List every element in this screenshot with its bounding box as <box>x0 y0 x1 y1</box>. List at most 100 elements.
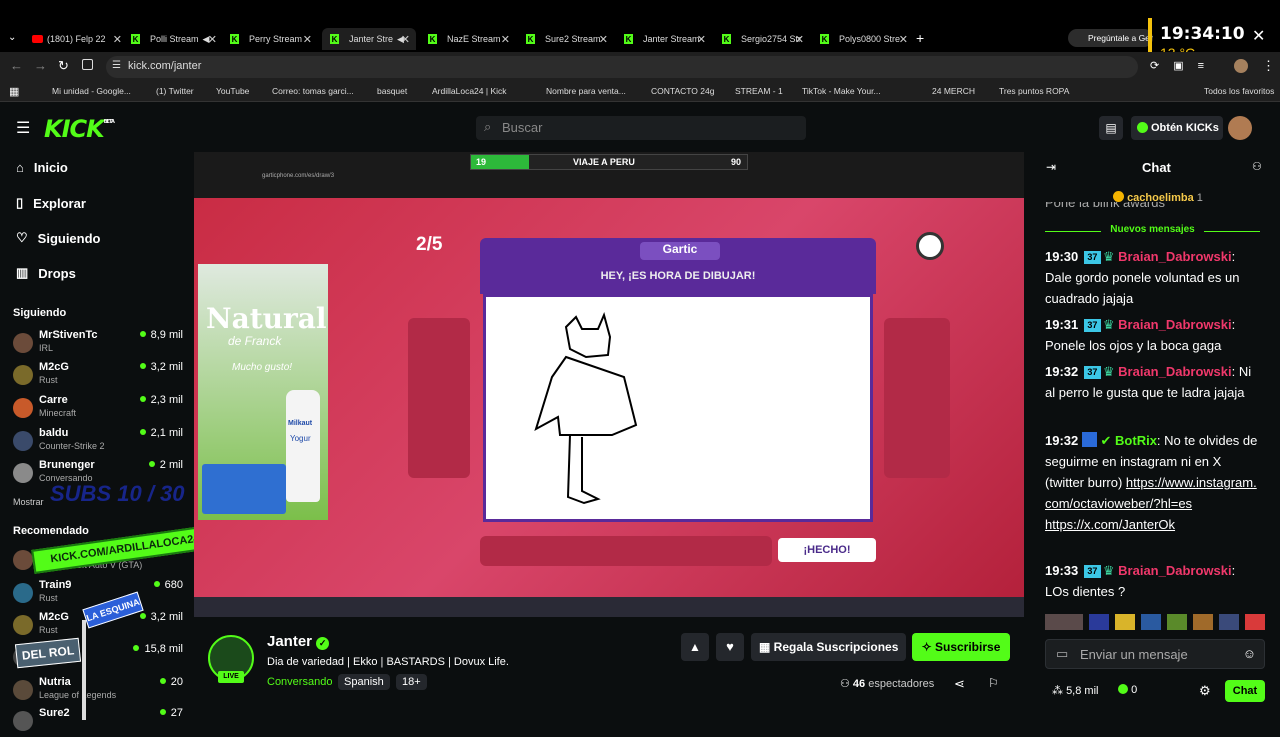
kick-logo[interactable]: KICKBETA <box>44 115 115 143</box>
heart-icon: ♥ <box>726 639 734 654</box>
subscribe-button[interactable]: ✧ Suscribirse <box>912 633 1010 661</box>
following-channel[interactable]: baldu Counter-Strike 2 2,1 mil <box>13 427 183 457</box>
bookmark-all[interactable]: Todos los favoritos <box>1204 86 1274 96</box>
tag-language[interactable]: Spanish <box>338 674 390 690</box>
kicks-balance[interactable]: ⁂ 5,8 mil <box>1052 684 1098 697</box>
gemini-pill[interactable]: Pregúntale a Gemini <box>1068 29 1153 47</box>
chat-username[interactable]: Braian_Dabrowski <box>1118 364 1231 379</box>
send-chat-button[interactable]: Chat <box>1225 680 1265 702</box>
nav-following[interactable]: ♡ Siguiendo <box>16 230 101 246</box>
window-close-icon[interactable]: ✕ <box>1252 26 1265 46</box>
tab-2[interactable]: K Polli Stream ◀ ✕ <box>131 28 217 50</box>
streamer-name[interactable]: Janter ✓ <box>267 633 330 650</box>
settings-gear-icon[interactable]: ⚙ <box>1199 683 1211 699</box>
emoji-icon[interactable]: ☺ <box>1243 646 1256 661</box>
following-channel[interactable]: M2cG Rust 3,2 mil <box>13 361 183 391</box>
chat-username[interactable]: Braian_Dabrowski <box>1118 317 1231 332</box>
tab-5[interactable]: K NazE Stream ✕ <box>428 28 510 50</box>
bookmark-9[interactable]: STREAM - 1 <box>735 86 783 96</box>
report-icon[interactable]: ⚐ <box>988 676 999 690</box>
channel-points[interactable]: 0 <box>1118 684 1137 696</box>
following-channel[interactable]: MrStivenTc IRL 8,9 mil <box>13 329 183 359</box>
sidepanel-icon[interactable] <box>82 59 93 70</box>
url-bar[interactable]: ☰ kick.com/janter <box>106 56 1138 78</box>
bookmark-4[interactable]: Correo: tomas garci... <box>272 86 354 96</box>
video-player[interactable]: 19 VIAJE A PERU 90 garticphone.com/es/dr… <box>194 152 1024 617</box>
kick-icon: K <box>820 34 829 44</box>
emote[interactable] <box>1089 614 1109 630</box>
tab-close-icon[interactable]: ✕ <box>697 33 706 46</box>
emote[interactable] <box>1219 614 1239 630</box>
show-more-link[interactable]: Mostrar <box>13 497 44 507</box>
emote[interactable] <box>1167 614 1187 630</box>
chat-message: 19:31 37 ♛ Braian_Dabrowski: Ponele los o… <box>1045 317 1236 353</box>
bookmark-7[interactable]: Nombre para venta... <box>546 86 626 96</box>
forward-icon[interactable]: → <box>34 58 47 73</box>
tab-8[interactable]: K Sergio2754 Str ✕ <box>722 28 804 50</box>
tab-close-icon[interactable]: ✕ <box>899 33 908 46</box>
nav-home[interactable]: ⌂ Inicio <box>16 160 68 175</box>
recommended-channel[interactable]: Nutria League of Legends 20 <box>13 676 183 706</box>
tab-3[interactable]: K Perry Stream ✕ <box>230 28 312 50</box>
tab-close-icon[interactable]: ✕ <box>795 33 804 46</box>
users-icon[interactable]: ⚇ <box>1252 160 1262 173</box>
chat-username[interactable]: Braian_Dabrowski <box>1118 563 1231 578</box>
bookmark-3[interactable]: YouTube <box>216 86 249 96</box>
tag-age[interactable]: 18+ <box>396 674 427 690</box>
bookmark-2[interactable]: (1) Twitter <box>156 86 194 96</box>
bookmark-10[interactable]: TikTok - Make Your... <box>802 86 881 96</box>
bookmark-1[interactable]: Mi unidad - Google... <box>52 86 131 96</box>
menu-icon[interactable]: ⋮ <box>1262 58 1275 74</box>
bookmark-12[interactable]: Tres puntos ROPA <box>999 86 1069 96</box>
share-icon[interactable]: ⋖ <box>954 676 965 692</box>
tab-4-active[interactable]: K Janter Stre ◀ ✕ <box>322 28 416 50</box>
extension-icons[interactable]: ⟳▣≡ <box>1150 59 1218 72</box>
notification-bell-button[interactable]: ▲ <box>681 633 709 661</box>
gift-icon: ▦ <box>759 640 774 654</box>
new-tab-icon[interactable]: + <box>916 30 924 46</box>
apps-icon[interactable]: ▦ <box>9 85 19 98</box>
gift-subs-button[interactable]: ▦ Regala Suscripciones <box>751 633 906 661</box>
bookmark-5[interactable]: basquet <box>377 86 407 96</box>
tab-1[interactable]: (1801) Felp 22 ✕ <box>32 28 122 50</box>
emote[interactable] <box>1193 614 1213 630</box>
profile-avatar[interactable] <box>1234 59 1248 73</box>
bookmark-8[interactable]: CONTACTO 24g <box>651 86 714 96</box>
get-kicks-button[interactable]: Obtén KICKs <box>1131 116 1223 140</box>
chat-input[interactable]: ▭ Enviar un mensaje ☺ <box>1045 639 1265 669</box>
nav-drops[interactable]: ▥ Drops <box>16 265 76 281</box>
category-link[interactable]: Conversando <box>267 676 332 688</box>
user-avatar[interactable] <box>1228 116 1252 140</box>
collapse-chat-icon[interactable]: ⇥ <box>1046 160 1056 174</box>
bookmark-6[interactable]: ArdillaLoca24 | Kick <box>432 86 507 96</box>
search-input[interactable]: ⌕ Buscar <box>476 116 806 140</box>
following-channel[interactable]: Carre Minecraft 2,3 mil <box>13 394 183 424</box>
emote[interactable] <box>1141 614 1161 630</box>
tab-7[interactable]: K Janter Stream ✕ <box>624 28 706 50</box>
tab-9[interactable]: K Polys0800 Stre ✕ <box>820 28 908 50</box>
chat-username[interactable]: Braian_Dabrowski <box>1118 249 1231 264</box>
tab-close-icon[interactable]: ✕ <box>113 33 122 46</box>
hamburger-menu-icon[interactable]: ☰ <box>16 118 30 138</box>
tab-6[interactable]: K Sure2 Stream ✕ <box>526 28 608 50</box>
x-link[interactable]: https://x.com/JanterOk <box>1045 517 1175 532</box>
chat-username[interactable]: BotRix <box>1115 433 1157 448</box>
follow-heart-button[interactable]: ♥ <box>716 633 744 661</box>
emote[interactable] <box>1045 614 1083 630</box>
bookmark-11[interactable]: 24 MERCH <box>932 86 975 96</box>
tab-close-icon[interactable]: ✕ <box>208 33 217 46</box>
tab-close-icon[interactable]: ✕ <box>401 33 410 46</box>
recommended-channel[interactable]: Sure2 27 <box>13 707 183 737</box>
tab-list-chevron-icon[interactable]: ⌄ <box>8 32 16 43</box>
search-icon: ⌕ <box>484 119 492 134</box>
tab-close-icon[interactable]: ✕ <box>599 33 608 46</box>
emote[interactable] <box>1115 614 1135 630</box>
tab-close-icon[interactable]: ✕ <box>501 33 510 46</box>
emote[interactable] <box>1245 614 1265 630</box>
nav-explore[interactable]: ▯ Explorar <box>16 195 86 211</box>
back-icon[interactable]: ← <box>10 58 23 73</box>
tab-close-icon[interactable]: ✕ <box>303 33 312 46</box>
reload-icon[interactable]: ↻ <box>58 58 69 74</box>
done-button[interactable]: ¡HECHO! <box>778 538 876 562</box>
dashboard-icon[interactable]: ▤ <box>1099 116 1123 140</box>
